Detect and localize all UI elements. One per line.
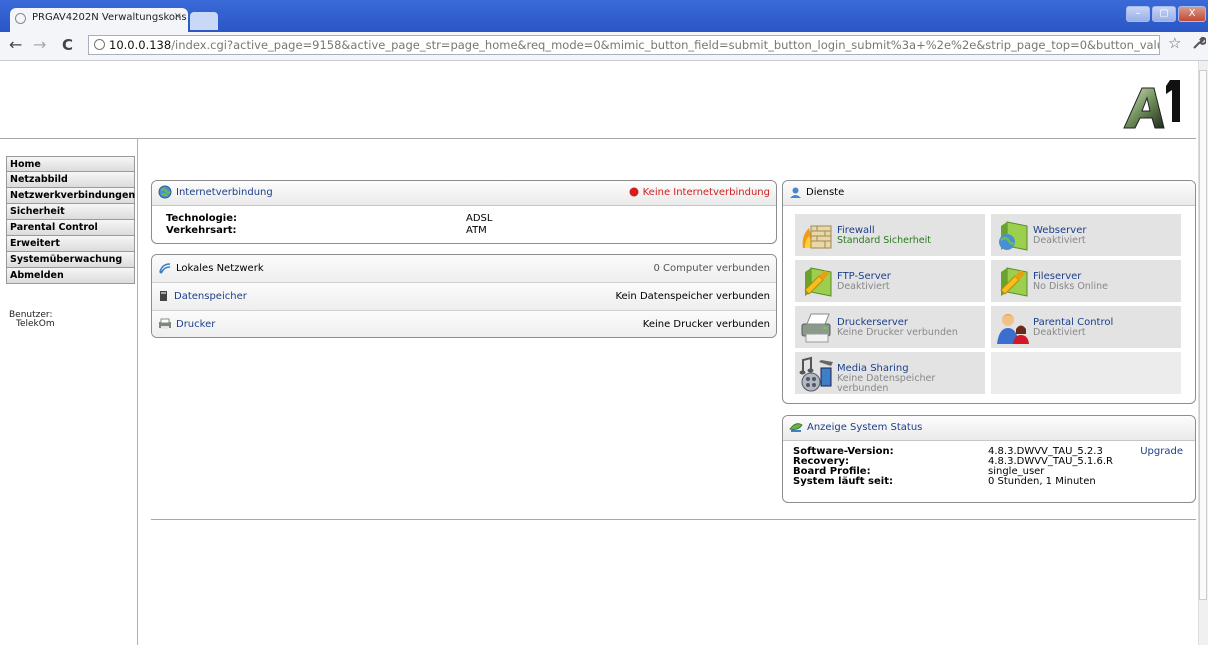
firewall-icon [802, 225, 832, 249]
minimize-button[interactable]: – [1126, 6, 1150, 22]
forward-button[interactable]: → [33, 37, 46, 53]
storage-icon [160, 291, 167, 301]
detail-value: ATM [466, 225, 487, 236]
network-row-label: Lokales Netzwerk [176, 263, 264, 274]
network-row-label[interactable]: Datenspeicher [174, 291, 247, 302]
internet-status-text: Keine Internetverbindung [642, 187, 770, 198]
new-tab-button[interactable] [190, 12, 218, 30]
upgrade-link[interactable]: Upgrade [1140, 447, 1183, 457]
status-row: System läuft seit: 0 Stunden, 1 Minuten [793, 477, 1185, 487]
back-button[interactable]: ← [9, 37, 22, 53]
header-divider [0, 138, 1196, 139]
service-media-sharing[interactable]: Media Sharing Keine Datenspeicher verbun… [795, 352, 985, 394]
nav-item-netzabbild[interactable]: Netzabbild [6, 172, 135, 188]
service-webserver[interactable]: Webserver Deaktiviert [991, 214, 1181, 256]
network-row-status: 0 Computer verbunden [653, 263, 770, 274]
printer-server-icon [801, 313, 831, 343]
bookmark-star-icon[interactable]: ☆ [1168, 34, 1181, 52]
a1-logo-icon [1123, 80, 1180, 129]
service-status: Deaktiviert [1033, 327, 1086, 338]
system-status-title[interactable]: Anzeige System Status [807, 422, 922, 433]
media-sharing-icon [799, 356, 833, 392]
reload-button[interactable]: C [62, 37, 73, 53]
address-bar[interactable]: 10.0.0.138/index.cgi?active_page=9158&ac… [88, 35, 1160, 55]
internet-details: Technologie: ADSL Verkehrsart: ATM [152, 206, 776, 243]
service-status: Standard Sicherheit [837, 235, 931, 246]
detail-key: Verkehrsart: [166, 225, 237, 236]
globe-icon [158, 185, 172, 199]
system-status-header[interactable]: Anzeige System Status [783, 416, 1195, 441]
tab-close-icon[interactable]: × [174, 11, 182, 22]
nav-item-abmelden[interactable]: Abmelden [6, 268, 135, 284]
system-status-details: Software-Version: 4.8.3.DWVV_TAU_5.2.3 Upg… [783, 441, 1195, 493]
detail-row: Verkehrsart: ATM [166, 225, 762, 237]
services-header: Dienste [783, 181, 1195, 206]
service-status: Keine Datenspeicher verbunden [837, 373, 936, 394]
system-status-panel: Anzeige System Status Software-Version: 4… [782, 415, 1196, 503]
user-name: TelekOm [16, 319, 55, 329]
network-row-label[interactable]: Drucker [176, 319, 215, 330]
main-navigation: Home Netzabbild Netzwerkverbindungen Sic… [6, 156, 135, 284]
tab-title: PRGAV4202N Verwaltungskons [32, 12, 187, 23]
services-title: Dienste [806, 187, 845, 198]
content-bottom-divider [151, 519, 1196, 520]
system-status-icon [789, 423, 803, 432]
network-panel: Lokales Netzwerk 0 Computer verbunden Da… [151, 254, 777, 338]
printer-icon [159, 318, 171, 329]
maximize-button[interactable]: ▢ [1152, 6, 1176, 22]
internet-status: Keine Internetverbindung [629, 181, 770, 205]
nav-item-home[interactable]: Home [6, 156, 135, 172]
nav-item-erweitert[interactable]: Erweitert [6, 236, 135, 252]
close-window-button[interactable]: X [1178, 6, 1206, 22]
network-row-printer[interactable]: Drucker Keine Drucker verbunden [152, 311, 776, 337]
service-status: Deaktiviert [1033, 235, 1086, 246]
network-icon [159, 263, 171, 274]
nav-item-systemueberwachung[interactable]: Systemüberwachung [6, 252, 135, 268]
wrench-menu-icon[interactable] [1192, 36, 1207, 54]
service-fileserver[interactable]: Fileserver No Disks Online [991, 260, 1181, 302]
detail-key: Technologie: [166, 213, 237, 224]
service-firewall[interactable]: Firewall Standard Sicherheit [795, 214, 985, 256]
service-empty-slot [991, 352, 1181, 394]
service-ftp-server[interactable]: FTP-Server Deaktiviert [795, 260, 985, 302]
internet-connection-header[interactable]: Internetverbindung Keine Internetverbind… [152, 181, 776, 206]
webserver-icon [999, 221, 1028, 251]
tab-favicon-icon [15, 13, 26, 24]
ftp-server-icon [804, 267, 832, 297]
scrollbar-thumb[interactable] [1199, 70, 1207, 600]
nav-item-parental-control[interactable]: Parental Control [6, 220, 135, 236]
internet-connection-panel: Internetverbindung Keine Internetverbind… [151, 180, 777, 244]
service-status: Keine Drucker verbunden [837, 327, 958, 338]
service-parental-control[interactable]: Parental Control Deaktiviert [991, 306, 1181, 348]
service-status: No Disks Online [1033, 281, 1108, 292]
page-info-icon[interactable] [94, 39, 105, 50]
url-path: /index.cgi?active_page=9158&active_page_… [171, 38, 1160, 52]
url-host: 10.0.0.138 [109, 38, 172, 52]
status-value: 0 Stunden, 1 Minuten [988, 476, 1096, 487]
user-service-icon [790, 187, 801, 198]
nav-item-sicherheit[interactable]: Sicherheit [6, 204, 135, 220]
status-red-dot-icon [629, 187, 639, 197]
status-key: System läuft seit: [793, 476, 893, 487]
parental-control-icon [997, 314, 1029, 344]
browser-tab[interactable]: PRGAV4202N Verwaltungskons × [10, 8, 188, 32]
nav-item-netzwerkverbindungen[interactable]: Netzwerkverbindungen [6, 188, 135, 204]
services-panel: Dienste Firewall Standard Sicherheit Web… [782, 180, 1196, 404]
detail-value: ADSL [466, 213, 493, 224]
sidebar-divider [137, 139, 138, 645]
internet-connection-title[interactable]: Internetverbindung [176, 187, 273, 198]
network-row-lan[interactable]: Lokales Netzwerk 0 Computer verbunden [152, 255, 776, 283]
service-printer-server[interactable]: Druckerserver Keine Drucker verbunden [795, 306, 985, 348]
fileserver-icon [1000, 267, 1028, 297]
network-row-storage[interactable]: Datenspeicher Kein Datenspeicher verbund… [152, 283, 776, 311]
detail-row: Technologie: ADSL [166, 213, 762, 225]
network-row-status: Kein Datenspeicher verbunden [615, 291, 770, 302]
service-status: Deaktiviert [837, 281, 890, 292]
network-row-status: Keine Drucker verbunden [642, 319, 770, 330]
